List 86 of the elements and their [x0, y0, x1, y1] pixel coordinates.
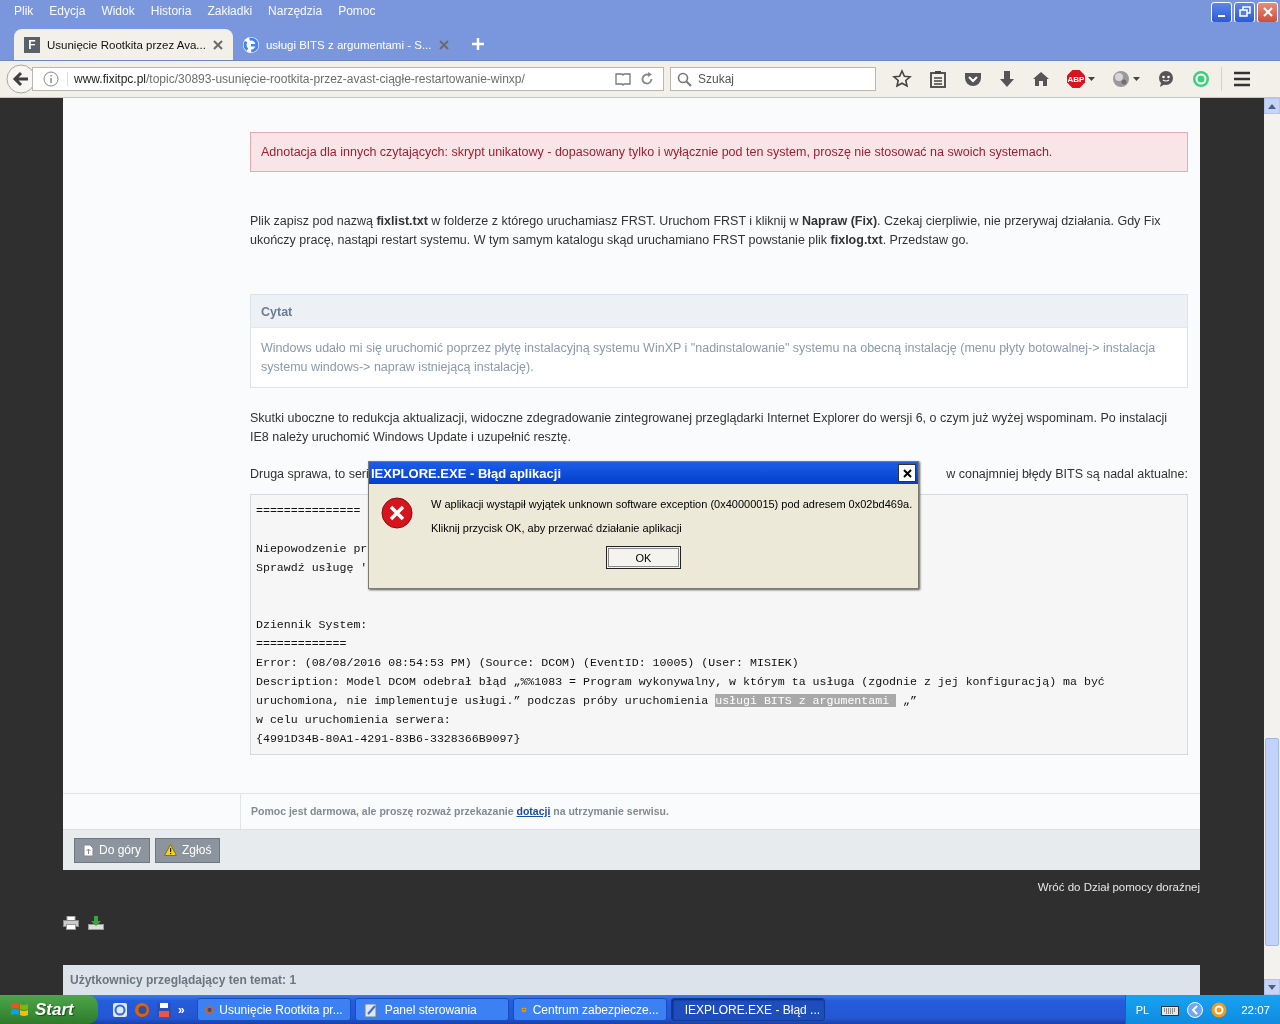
donation-link[interactable]: dotacji	[516, 805, 551, 817]
close-icon	[902, 468, 912, 478]
caret-icon	[1133, 76, 1140, 82]
code-text: =============	[256, 637, 347, 650]
print-icon[interactable]	[63, 916, 79, 930]
globe-menu-button[interactable]	[1112, 70, 1140, 88]
scroll-up-icon[interactable]	[1268, 103, 1276, 109]
close-tab-icon[interactable]	[212, 39, 223, 50]
dialog-hint: Kliknij przycisk OK, aby przerwać działanie aplikacji	[431, 522, 683, 534]
error-icon	[381, 497, 413, 529]
reload-icon[interactable]	[639, 71, 655, 87]
viewers-text: Użytkownicy przeglądający ten temat: 1	[70, 973, 297, 987]
minimize-button[interactable]	[1211, 1, 1232, 23]
ok-button[interactable]: OK	[606, 546, 681, 569]
highlighted-code-text: usługi BITS z argumentami	[715, 694, 897, 707]
chevron-button[interactable]: »	[178, 1002, 185, 1017]
caret-icon	[1088, 76, 1095, 82]
post-paragraph-start: Druga sprawa, to seri	[250, 466, 369, 483]
menu-item[interactable]: Plik	[6, 4, 42, 18]
report-button[interactable]: Zgłoś	[155, 837, 221, 863]
browser-quicklaunch-icon[interactable]	[112, 1001, 128, 1018]
reader-view-icon[interactable]	[615, 72, 631, 86]
quote-text: Windows udało mi się uruchomić poprzez płytę instalacyjną systemu WinXP i "nadinstalowanie" systemu na obecną instalację (menu płyty botowalnej-> instalacja systemu windows-> napraw istniejącą instalację).	[251, 327, 1187, 387]
control-panel-icon	[362, 1001, 379, 1018]
tray-app-icon[interactable]	[1211, 1001, 1228, 1018]
top-button[interactable]: Do góry	[74, 837, 151, 863]
signature-text: Pomoc jest darmowa, ale proszę rozważ przekazanie dotacji na utrzymanie serwisu.	[250, 804, 670, 819]
browser-tab[interactable]: usługi BITS z argumentami - S...	[232, 29, 459, 60]
menu-item[interactable]: Historia	[142, 4, 200, 18]
code-text: Sprawdź usługę '	[256, 561, 368, 574]
start-button[interactable]: Start	[0, 995, 98, 1024]
post-paragraph: Plik zapisz pod nazwą fixlist.txt w folderze z którego uruchamiasz FRST. Uruchom FRST i kliknij w Napraw (Fix). Czekaj cierpliwie, nie przerywaj działania. Gdy Fix ukończy pracę, nastąpi restart systemu. W tym samym katalogu skąd uruchamiano FRST powstanie plik fixlog.txt. Przedstaw go.	[250, 213, 1162, 249]
page-icon	[83, 843, 94, 857]
menu-item[interactable]: Pomoc	[330, 4, 384, 18]
code-text: „”	[902, 694, 917, 707]
clipboard-list-icon[interactable]	[929, 70, 947, 88]
taskbar-button[interactable]: Panel sterowania	[354, 998, 509, 1021]
quote-title: Cytat	[251, 295, 1187, 327]
pocket-icon[interactable]	[964, 71, 982, 87]
menu-item[interactable]: Zakładki	[199, 4, 261, 18]
code-text: Dziennik System:	[256, 618, 368, 631]
menu-item[interactable]: Widok	[93, 4, 143, 18]
download-tray-icon[interactable]	[88, 916, 104, 930]
menu-item[interactable]: Narzędzia	[260, 4, 331, 18]
scroll-down-icon[interactable]	[1268, 984, 1276, 990]
notice-message: Adnotacja dla innych czytających: skrypt unikatowy - dopasowany tylko i wyłącznie pod ten system, proszę nie stosować na swoich systemach.	[250, 132, 1188, 172]
restore-icon	[1238, 6, 1251, 18]
keyboard-icon[interactable]	[1161, 1003, 1180, 1016]
menu-icon[interactable]	[1233, 71, 1251, 87]
post-paragraph-end: w conajmniej błędy BITS są nadal aktualne:	[946, 466, 1188, 483]
site-favicon: F	[24, 36, 40, 53]
minimize-icon	[1218, 15, 1225, 17]
clock: 22:07	[1241, 1003, 1270, 1016]
code-text: Description: Model DCOM odebrał błąd „%%1083 = Program wykonywalny, w którym ta usługa (zgodnie z jej konfiguracją) ma być	[256, 675, 1105, 688]
browser-tab[interactable]: F Usunięcie Rootkita przez Ava...	[14, 29, 233, 60]
dialog-message: W aplikacji wystąpił wyjątek unknown software exception (0x40000015) pod adresem 0x02bd469a.	[431, 498, 913, 510]
chat-face-icon[interactable]	[1157, 70, 1175, 88]
back-to-forum-link[interactable]: Wróć do Dział pomocy doraźnej	[1037, 881, 1200, 907]
code-text: {4991D34B-80A1-4291-83B6-3328366B9097}	[256, 732, 521, 745]
new-tab-icon[interactable]	[470, 37, 485, 51]
home-icon[interactable]	[1032, 71, 1050, 87]
taskbar-button[interactable]: IEXPLORE.EXE - Błąd ...	[670, 998, 825, 1021]
info-icon	[43, 71, 59, 87]
download-icon[interactable]	[999, 70, 1015, 88]
code-text: Niepowodzenie pr	[256, 542, 368, 555]
code-text: ===============	[256, 504, 361, 517]
address-field[interactable]: www.fixitpc.pl/topic/30893-usunięcie-rootkita-przez-avast-ciągłe-restartowanie-winxp/	[32, 67, 664, 91]
restore-button[interactable]	[1234, 1, 1255, 23]
code-text: w celu uruchomienia serwera:	[256, 713, 451, 726]
scrollbar[interactable]	[1264, 98, 1280, 995]
taskbar-button[interactable]: Centrum zabezpiecze...	[512, 998, 667, 1021]
close-button[interactable]	[898, 464, 916, 482]
scroll-thumb[interactable]	[1265, 738, 1279, 946]
code-text: Error: (08/08/2016 08:54:53 PM) (Source: DCOM) (EventID: 10005) (User: MISIEK)	[256, 656, 799, 669]
close-icon	[1261, 6, 1274, 18]
search-field[interactable]: Szukaj	[670, 67, 876, 91]
dialog-title: IEXPLORE.EXE - Błąd aplikacji	[371, 465, 562, 481]
windows-logo-icon	[10, 1000, 30, 1019]
warning-icon	[164, 844, 178, 856]
language-indicator[interactable]: PL	[1135, 1003, 1150, 1016]
post-paragraph: Skutki uboczne to redukcja aktualizacji, widoczne zdegradowanie zintegrowanej przeglądarki Internet Explorer do wersji 6, o czym już wyżej wspominam. Po instalacji IE8 należy uruchomić Windows Update i uzupełnić resztę.	[250, 410, 1169, 446]
code-text: uruchomiona, nie implementuje usługi.” podczas próby uruchomienia	[256, 694, 710, 707]
taskbar-button[interactable]: Usunięcie Rootkita pr...	[196, 998, 351, 1021]
globe-icon	[1112, 70, 1130, 88]
menu-item[interactable]: Edycja	[41, 4, 94, 18]
bookmark-star-icon[interactable]	[892, 69, 912, 89]
